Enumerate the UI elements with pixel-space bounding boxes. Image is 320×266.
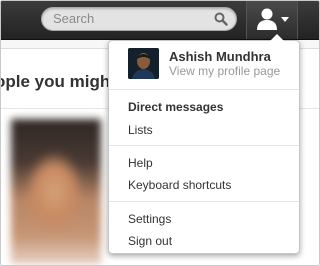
- menu-divider: [109, 201, 299, 202]
- suggested-user-avatar[interactable]: [11, 119, 101, 265]
- app-window: Search ople you migh Ashish Mundhra View…: [0, 0, 320, 266]
- search-placeholder: Search: [53, 11, 95, 26]
- avatar-photo: [128, 48, 159, 79]
- user-icon: [257, 8, 277, 30]
- caret-down-icon: [281, 17, 289, 22]
- menu-item-sign-out[interactable]: Sign out: [128, 234, 172, 248]
- section-title: ople you migh: [0, 72, 111, 91]
- menu-item-help[interactable]: Help: [128, 156, 153, 170]
- menu-divider: [109, 89, 299, 90]
- search-icon[interactable]: [214, 12, 228, 26]
- profile-link[interactable]: Ashish Mundhra View my profile page: [109, 41, 299, 87]
- menu-divider: [109, 145, 299, 146]
- user-dropdown-menu: Ashish Mundhra View my profile page Dire…: [108, 34, 300, 254]
- dropdown-pointer: [270, 34, 284, 41]
- menu-item-lists[interactable]: Lists: [128, 123, 153, 137]
- profile-avatar: [128, 48, 159, 79]
- bottom-fade: [1, 261, 319, 265]
- view-profile-link[interactable]: View my profile page: [169, 64, 280, 78]
- menu-item-keyboard-shortcuts[interactable]: Keyboard shortcuts: [128, 178, 231, 192]
- search-input[interactable]: Search: [41, 7, 237, 31]
- profile-name: Ashish Mundhra: [169, 49, 271, 64]
- menu-item-direct-messages[interactable]: Direct messages: [128, 100, 223, 114]
- menu-item-settings[interactable]: Settings: [128, 212, 171, 226]
